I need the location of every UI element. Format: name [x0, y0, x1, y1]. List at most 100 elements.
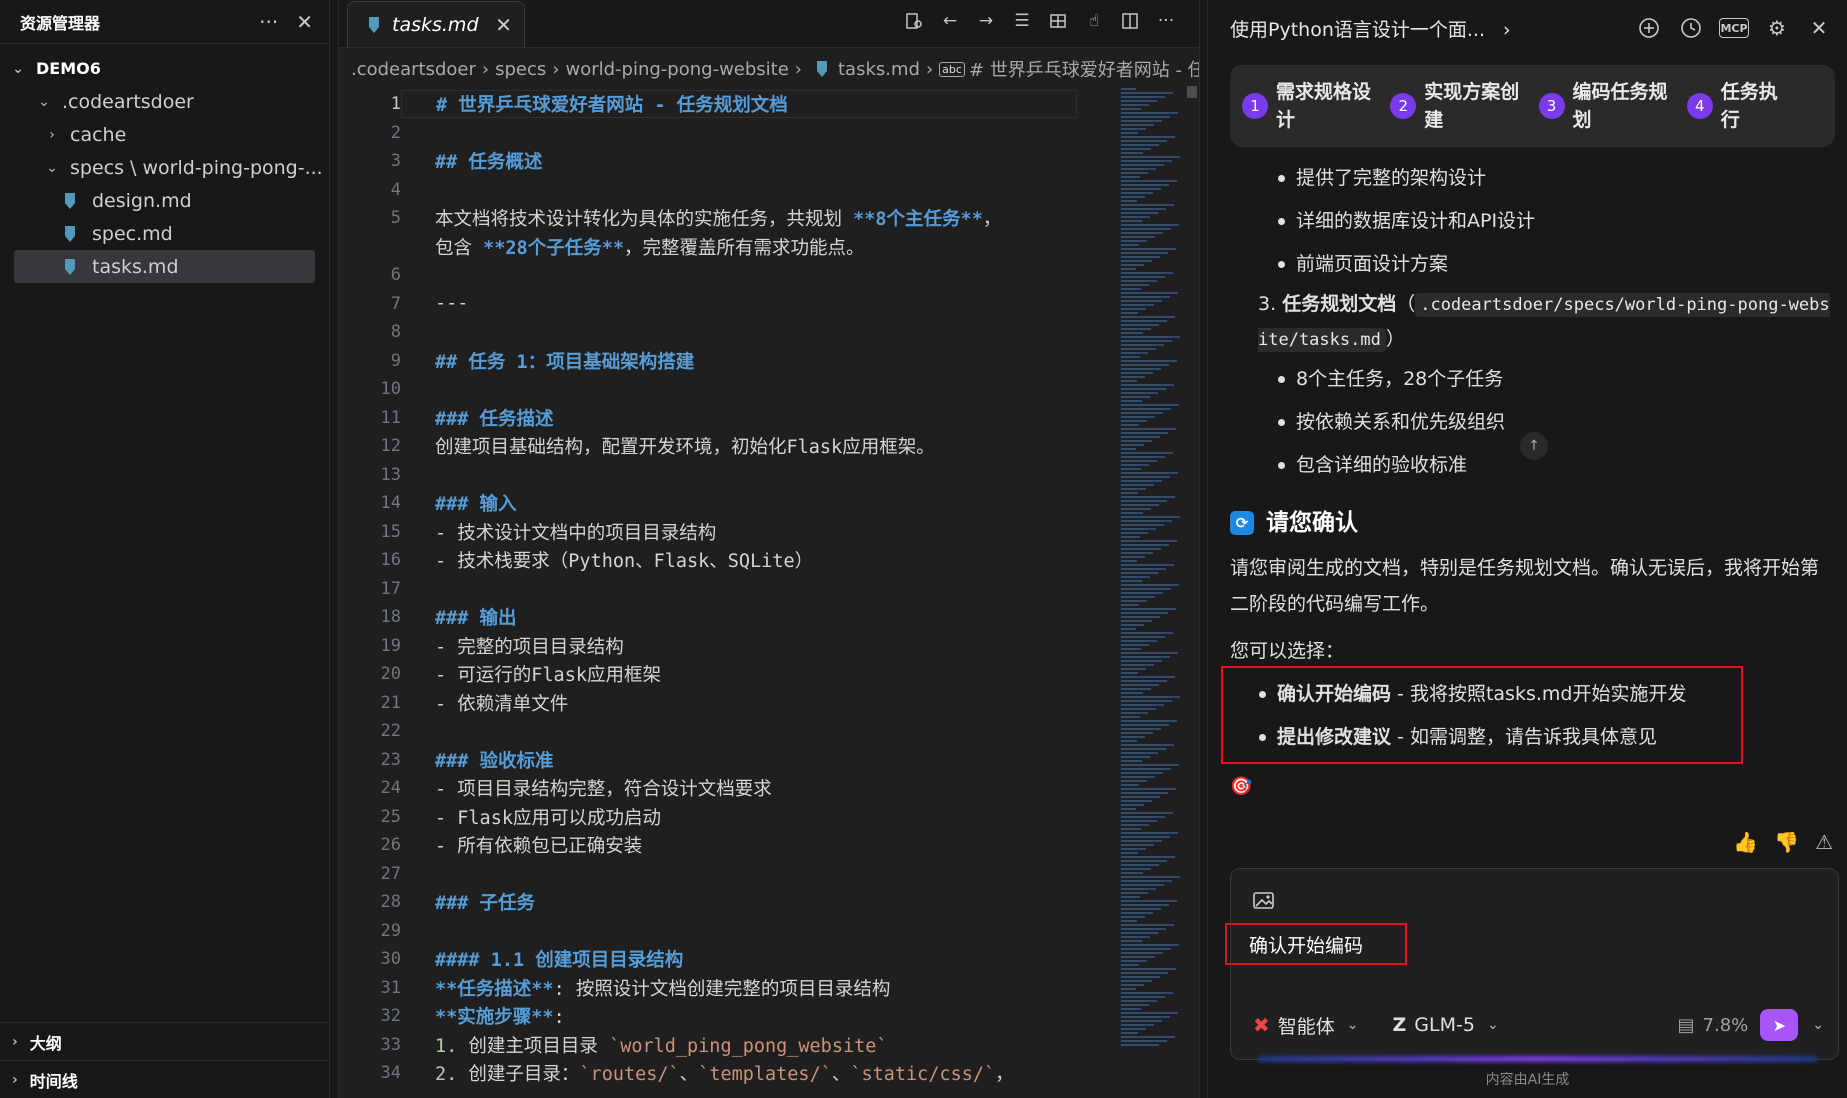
- minimap-line: [1121, 648, 1141, 650]
- code-line[interactable]: 5 本文档将技术设计转化为具体的实施任务，共规划 **8个主任务**，: [339, 204, 1199, 233]
- new-chat-icon[interactable]: [1635, 14, 1663, 42]
- tab-tasks-md[interactable]: tasks.md ✕: [347, 1, 525, 47]
- code-line[interactable]: 26 - 所有依赖包已正确安装: [339, 831, 1199, 860]
- tree-item-spec-md[interactable]: spec.md: [0, 217, 329, 250]
- code-line[interactable]: 18 ### 输出: [339, 603, 1199, 632]
- close-tab-icon[interactable]: ✕: [495, 13, 512, 37]
- code-line[interactable]: 33 1. 创建主项目目录 `world_ping_pong_website`: [339, 1031, 1199, 1060]
- tree-item-cache[interactable]: › cache: [0, 118, 329, 151]
- code-line[interactable]: 9 ## 任务 1：项目基础架构搭建: [339, 347, 1199, 376]
- minimap[interactable]: [1121, 86, 1183, 1098]
- code-line[interactable]: 12 创建项目基础结构，配置开发环境，初始化Flask应用框架。: [339, 432, 1199, 461]
- tree-item-design-md[interactable]: design.md: [0, 184, 329, 217]
- breadcrumb-item[interactable]: # 世界乒乓球爱好者网站 - 任务: [969, 56, 1199, 82]
- breadcrumb-item[interactable]: .codeartsdoer: [351, 59, 476, 80]
- code-token: ### 任务描述: [435, 408, 554, 430]
- chevron-down-icon[interactable]: ⌄: [1812, 1017, 1824, 1033]
- breadcrumb-item[interactable]: specs: [495, 59, 546, 80]
- code-line[interactable]: 10: [339, 375, 1199, 404]
- tree-item-codeartsdoer[interactable]: ⌄ .codeartsdoer: [0, 85, 329, 118]
- code-line[interactable]: 1 # 世界乒乓球爱好者网站 - 任务规划文档: [339, 90, 1199, 119]
- scroll-up-icon[interactable]: ↑: [1520, 432, 1548, 460]
- minimap-line: [1121, 500, 1167, 502]
- code-line[interactable]: 2: [339, 119, 1199, 148]
- code-line[interactable]: 17: [339, 575, 1199, 604]
- preview-icon[interactable]: [903, 10, 925, 32]
- code-line[interactable]: 16 - 技术栈要求（Python、Flask、SQLite）: [339, 546, 1199, 575]
- code-line[interactable]: 24 - 项目目录结构完整，符合设计文档要求: [339, 774, 1199, 803]
- table-icon[interactable]: [1047, 10, 1069, 32]
- step-4[interactable]: 4 任务执行: [1681, 78, 1829, 134]
- code-line[interactable]: 19 - 完整的项目目录结构: [339, 632, 1199, 661]
- code-line[interactable]: 13: [339, 461, 1199, 490]
- gear-icon[interactable]: ⚙: [1763, 14, 1791, 42]
- model-selector[interactable]: Z GLM-5 ⌄: [1393, 1014, 1499, 1036]
- breadcrumb-item[interactable]: tasks.md: [838, 59, 920, 80]
- minimap-line: [1121, 488, 1146, 490]
- tree-item-specs[interactable]: ⌄ specs \ world-ping-pong-...: [0, 151, 329, 184]
- step-1[interactable]: 1 需求规格设计: [1236, 78, 1384, 134]
- outline-section[interactable]: › 大纲: [0, 1022, 329, 1060]
- code-line[interactable]: 3 ## 任务概述: [339, 147, 1199, 176]
- code-line[interactable]: 22: [339, 717, 1199, 746]
- code-line[interactable]: 4: [339, 176, 1199, 205]
- hand-icon[interactable]: ☝: [1083, 10, 1105, 32]
- close-icon[interactable]: ✕: [296, 10, 313, 34]
- code-line[interactable]: 21 - 依赖清单文件: [339, 689, 1199, 718]
- split-editor-icon[interactable]: [1119, 10, 1141, 32]
- code-line[interactable]: 20 - 可运行的Flask应用框架: [339, 660, 1199, 689]
- chat-title[interactable]: 使用Python语言设计一个面... ›: [1230, 15, 1621, 42]
- thumbs-down-icon[interactable]: 👎: [1774, 830, 1799, 854]
- code-line[interactable]: 包含 **28个子任务**，完整覆盖所有需求功能点。: [339, 233, 1199, 262]
- send-button[interactable]: ➤: [1760, 1009, 1799, 1041]
- chevron-right-icon: ›: [925, 58, 934, 80]
- minimap-line: [1121, 772, 1163, 774]
- code-line[interactable]: 25 - Flask应用可以成功启动: [339, 803, 1199, 832]
- tree-item-tasks-md[interactable]: tasks.md: [14, 250, 315, 283]
- minimap-line: [1121, 780, 1147, 782]
- timeline-section[interactable]: › 时间线: [0, 1060, 329, 1098]
- code-line[interactable]: 15 - 技术设计文档中的项目目录结构: [339, 518, 1199, 547]
- step-number: 3: [1538, 93, 1565, 119]
- code-line[interactable]: 31 **任务描述**: 按照设计文档创建完整的项目目录结构: [339, 974, 1199, 1003]
- breadcrumb-item[interactable]: world-ping-pong-website: [565, 59, 788, 80]
- editor-scrollbar[interactable]: [1187, 86, 1197, 98]
- code-line[interactable]: 29: [339, 917, 1199, 946]
- list-icon[interactable]: ☰: [1011, 10, 1033, 32]
- minimap-line: [1121, 976, 1160, 978]
- code-line[interactable]: 28 ### 子任务: [339, 888, 1199, 917]
- code-line[interactable]: 6: [339, 261, 1199, 290]
- code-line[interactable]: 34 2. 创建子目录：`routes/`、`templates/`、`stati…: [339, 1059, 1199, 1088]
- code-line[interactable]: 23 ### 验收标准: [339, 746, 1199, 775]
- list-item: 8个主任务，28个子任务: [1230, 357, 1835, 400]
- close-icon[interactable]: ✕: [1805, 14, 1833, 42]
- code-area[interactable]: 1 # 世界乒乓球爱好者网站 - 任务规划文档 2 3 ## 任务概述 4 5 本文档将技术设…: [339, 90, 1199, 1098]
- image-upload-icon[interactable]: [1253, 891, 1275, 916]
- code-line[interactable]: 7 ---: [339, 290, 1199, 319]
- mcp-icon[interactable]: MCP: [1719, 18, 1749, 38]
- minimap-line: [1121, 832, 1178, 834]
- warning-icon[interactable]: ⚠: [1815, 830, 1833, 854]
- minimap-line: [1121, 904, 1169, 906]
- code-line[interactable]: 30 #### 1.1 创建项目目录结构: [339, 945, 1199, 974]
- code-line[interactable]: 8: [339, 318, 1199, 347]
- chat-input[interactable]: 确认开始编码: [1225, 923, 1407, 965]
- more-actions-icon[interactable]: ···: [1155, 10, 1177, 32]
- code-line[interactable]: 32 **实施步骤**:: [339, 1002, 1199, 1031]
- step-2[interactable]: 2 实现方案创建: [1384, 78, 1532, 134]
- line-number: 12: [380, 436, 401, 457]
- minimap-line: [1121, 396, 1150, 398]
- arrow-right-icon[interactable]: →: [975, 10, 997, 32]
- code-line[interactable]: 27: [339, 860, 1199, 889]
- history-icon[interactable]: [1677, 14, 1705, 42]
- code-line[interactable]: 11 ### 任务描述: [339, 404, 1199, 433]
- more-actions-icon[interactable]: ···: [259, 10, 278, 34]
- code-line[interactable]: 14 ### 输入: [339, 489, 1199, 518]
- step-3[interactable]: 3 编码任务规划: [1533, 78, 1681, 134]
- arrow-left-icon[interactable]: ←: [939, 10, 961, 32]
- minimap-line: [1121, 660, 1162, 662]
- agent-selector[interactable]: ✖ 智能体 ⌄: [1253, 1012, 1359, 1039]
- tree-root-demo6[interactable]: ⌄ DEMO6: [0, 52, 329, 85]
- minimap-line: [1121, 224, 1179, 226]
- thumbs-up-icon[interactable]: 👍: [1733, 830, 1758, 854]
